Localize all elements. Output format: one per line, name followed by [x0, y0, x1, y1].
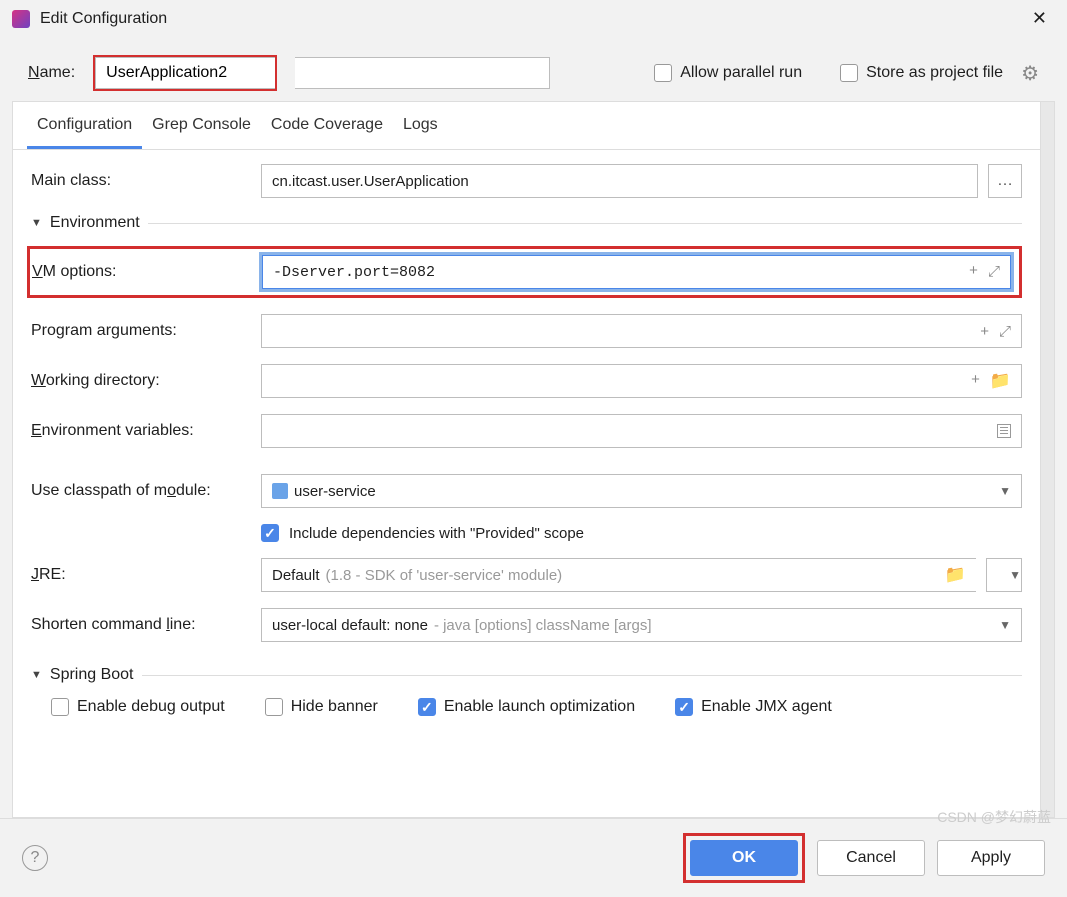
classpath-label: Use classpath of module:: [31, 482, 251, 500]
expand-icon[interactable]: ⤢: [999, 323, 1011, 340]
vm-options-label: VM options:: [32, 263, 252, 281]
chevron-down-icon: ▼: [999, 484, 1011, 498]
apply-button[interactable]: Apply: [937, 840, 1045, 876]
shorten-field[interactable]: user-local default: none - java [options…: [261, 608, 1022, 642]
ok-highlight-box: OK: [683, 833, 805, 883]
chevron-down-icon: ▼: [999, 618, 1011, 632]
enable-jmx-label: Enable JMX agent: [701, 698, 832, 716]
ok-button[interactable]: OK: [690, 840, 798, 876]
hide-banner-checkbox[interactable]: [265, 698, 283, 716]
working-dir-field[interactable]: + 📁: [261, 364, 1022, 398]
program-args-field[interactable]: + ⤢: [261, 314, 1022, 348]
gear-icon[interactable]: ⚙: [1021, 61, 1039, 86]
folder-icon[interactable]: 📁: [945, 565, 966, 585]
list-icon[interactable]: [997, 424, 1011, 438]
scrollbar[interactable]: [1041, 101, 1055, 818]
classpath-field[interactable]: user-service ▼: [261, 474, 1022, 508]
folder-icon[interactable]: 📁: [990, 371, 1011, 391]
window-title: Edit Configuration: [40, 10, 1024, 28]
enable-launch-label: Enable launch optimization: [444, 698, 635, 716]
close-icon[interactable]: ✕: [1024, 8, 1055, 29]
app-icon: [12, 10, 30, 28]
module-icon: [272, 483, 288, 499]
tab-grep-console[interactable]: Grep Console: [142, 102, 261, 149]
include-provided-label: Include dependencies with "Provided" sco…: [289, 525, 584, 542]
enable-jmx-checkbox[interactable]: [675, 698, 693, 716]
main-class-browse[interactable]: …: [988, 164, 1022, 198]
chevron-down-icon: ▼: [31, 217, 42, 229]
program-args-label: Program arguments:: [31, 322, 251, 340]
enable-debug-checkbox[interactable]: [51, 698, 69, 716]
name-input-extra[interactable]: [295, 57, 550, 89]
main-class-label: Main class:: [31, 172, 251, 190]
plus-icon[interactable]: +: [971, 371, 980, 391]
store-project-checkbox[interactable]: [840, 64, 858, 82]
plus-icon[interactable]: +: [969, 263, 978, 281]
springboot-section-header[interactable]: ▼ Spring Boot: [31, 666, 1022, 684]
expand-icon[interactable]: ⤢: [988, 263, 1000, 281]
include-provided-checkbox[interactable]: [261, 524, 279, 542]
tab-configuration[interactable]: Configuration: [27, 102, 142, 149]
name-input[interactable]: [95, 57, 275, 89]
allow-parallel-checkbox[interactable]: [654, 64, 672, 82]
cancel-button[interactable]: Cancel: [817, 840, 925, 876]
env-vars-field[interactable]: [261, 414, 1022, 448]
environment-section-header[interactable]: ▼ Environment: [31, 214, 1022, 232]
help-icon[interactable]: ?: [22, 845, 48, 871]
store-project-label: Store as project file: [866, 64, 1003, 82]
env-vars-label: Environment variables:: [31, 422, 251, 440]
vm-options-highlight-box: VM options: -Dserver.port=8082 + ⤢: [27, 246, 1022, 298]
jre-label: JRE:: [31, 566, 251, 584]
shorten-label: Shorten command line:: [31, 616, 251, 634]
tab-code-coverage[interactable]: Code Coverage: [261, 102, 393, 149]
jre-field[interactable]: Default (1.8 - SDK of 'user-service' mod…: [261, 558, 976, 592]
hide-banner-label: Hide banner: [291, 698, 378, 716]
tab-logs[interactable]: Logs: [393, 102, 448, 149]
working-dir-label: Working directory:: [31, 372, 251, 390]
enable-launch-checkbox[interactable]: [418, 698, 436, 716]
name-highlight-box: [93, 55, 277, 91]
name-label: Name:: [28, 64, 75, 82]
jre-dropdown[interactable]: ▼: [986, 558, 1022, 592]
plus-icon[interactable]: +: [980, 323, 989, 340]
enable-debug-label: Enable debug output: [77, 698, 225, 716]
vm-options-field[interactable]: -Dserver.port=8082 + ⤢: [262, 255, 1011, 289]
chevron-down-icon: ▼: [31, 669, 42, 681]
allow-parallel-label: Allow parallel run: [680, 64, 802, 82]
main-class-field[interactable]: cn.itcast.user.UserApplication: [261, 164, 978, 198]
